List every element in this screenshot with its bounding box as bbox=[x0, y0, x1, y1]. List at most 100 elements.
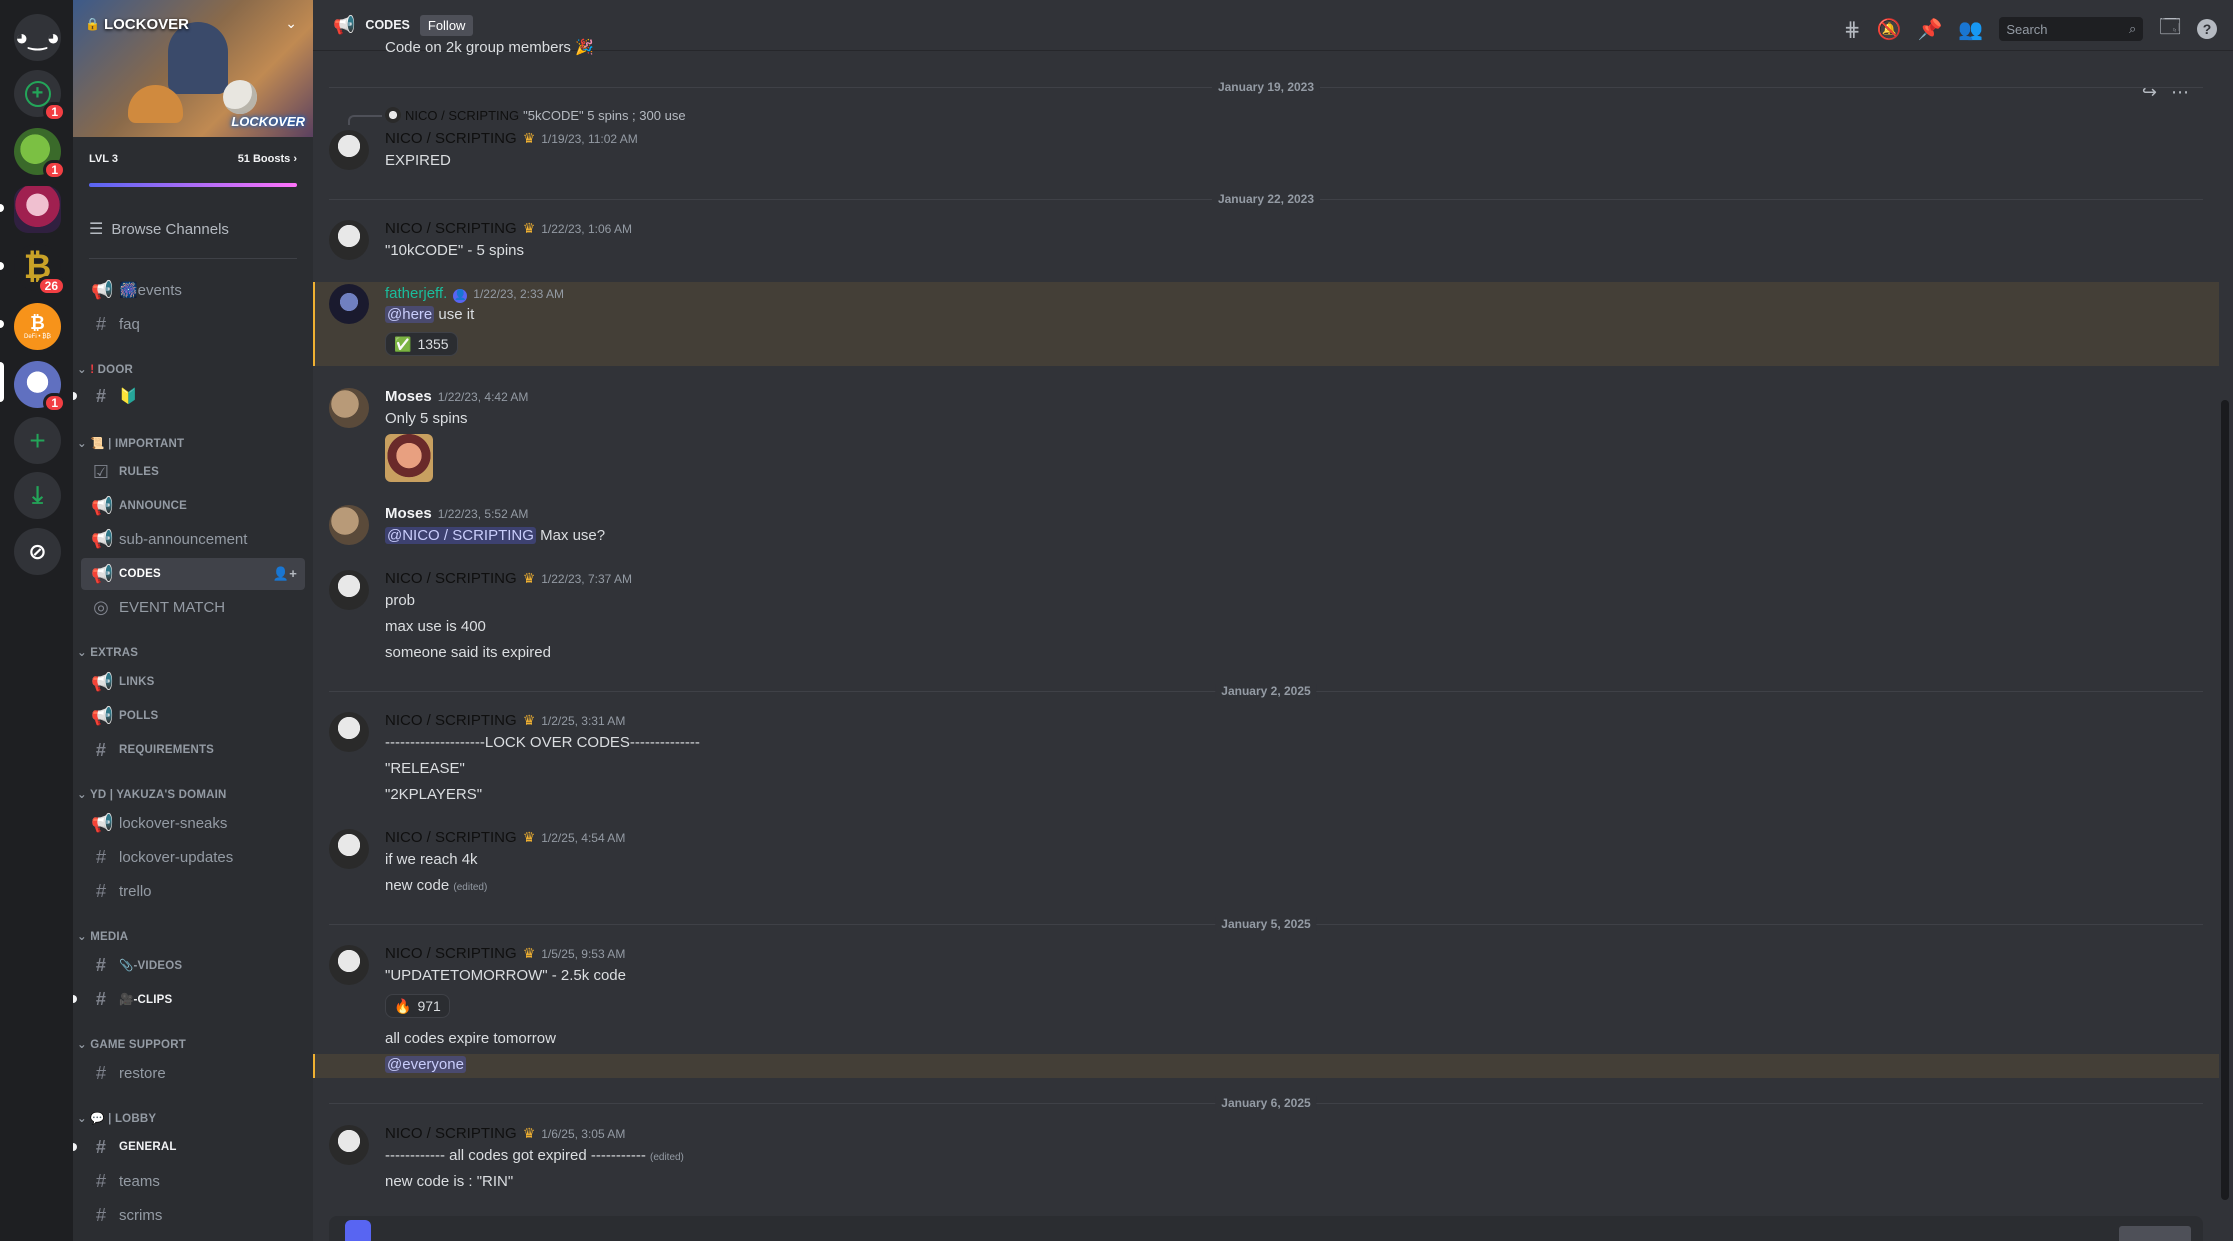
mention[interactable]: @everyone bbox=[385, 1056, 466, 1073]
channel-event-match[interactable]: ◎ EVENT MATCH bbox=[81, 591, 305, 623]
scrollbar[interactable] bbox=[2221, 400, 2229, 1200]
lock-icon: 🔒 bbox=[85, 17, 100, 31]
browse-channels-button[interactable]: ☰ Browse Channels bbox=[89, 219, 229, 239]
category-door[interactable]: ⌄ ! DOOR bbox=[77, 362, 133, 376]
channel-events[interactable]: 📢 🎆events bbox=[81, 274, 305, 306]
more-options-icon[interactable]: ⋯ bbox=[2171, 82, 2189, 103]
author-name[interactable]: NICO / SCRIPTING bbox=[385, 220, 517, 237]
channel-announce[interactable]: 📢 ANNOUNCE bbox=[81, 490, 305, 522]
author-name[interactable]: Moses bbox=[385, 388, 432, 405]
channel-trello[interactable]: # trello bbox=[81, 875, 305, 907]
boost-count: 51 Boosts › bbox=[237, 153, 297, 165]
bitcoin-server-icon[interactable]: ₿ DeFi • ₿₿ bbox=[14, 303, 61, 350]
channel-faq[interactable]: # faq bbox=[81, 308, 305, 340]
author-name[interactable]: NICO / SCRIPTING bbox=[385, 130, 517, 147]
channel-lockover-updates[interactable]: # lockover-updates bbox=[81, 841, 305, 873]
category-game-support[interactable]: ⌄ GAME SUPPORT bbox=[77, 1037, 186, 1051]
chevron-down-icon[interactable]: ⌄ bbox=[285, 15, 297, 32]
forward-icon[interactable]: ↪ bbox=[2142, 82, 2157, 103]
anime-server-icon[interactable] bbox=[14, 186, 61, 233]
follow-prompt-icon bbox=[345, 1220, 371, 1241]
avatar[interactable] bbox=[329, 130, 369, 170]
megaphone-icon: 📢 bbox=[91, 812, 114, 833]
category-extras[interactable]: ⌄ EXTRAS bbox=[77, 645, 138, 659]
author-name[interactable]: Moses bbox=[385, 505, 432, 522]
channel-links[interactable]: 📢 LINKS bbox=[81, 666, 305, 698]
sticker-image[interactable] bbox=[385, 434, 433, 482]
bitcoin-gold-server-icon[interactable]: ₿ 26 bbox=[14, 244, 66, 296]
reaction-button[interactable]: 🔥 971 bbox=[385, 994, 450, 1018]
avatar[interactable] bbox=[329, 570, 369, 610]
mention[interactable]: @NICO / SCRIPTING bbox=[385, 527, 536, 544]
channel-teams[interactable]: # teams bbox=[81, 1165, 305, 1197]
message-text: @here use it bbox=[385, 306, 475, 323]
add-a-server-button[interactable]: + bbox=[14, 417, 61, 464]
boost-progress-row[interactable]: LVL 3 51 Boosts › bbox=[89, 153, 297, 165]
category-lobby[interactable]: ⌄ 💬 | LOBBY bbox=[77, 1111, 156, 1125]
guild-header[interactable]: 🔒 LOCKOVER bbox=[73, 0, 313, 48]
message-text: new code (edited) bbox=[385, 877, 488, 894]
channel-codes[interactable]: 📢 CODES 👤+ bbox=[81, 558, 305, 590]
timestamp: 1/22/23, 4:42 AM bbox=[437, 390, 529, 404]
chevron-right-icon: › bbox=[293, 153, 297, 165]
unread-badge: 1 bbox=[43, 393, 66, 413]
notification-muted-icon[interactable]: 🔕 bbox=[1877, 17, 1902, 42]
avatar[interactable] bbox=[329, 388, 369, 428]
reaction-count: 971 bbox=[417, 998, 441, 1014]
channel-lockover-sneaks[interactable]: 📢 lockover-sneaks bbox=[81, 807, 305, 839]
reaction-button[interactable]: ✅ 1355 bbox=[385, 332, 458, 356]
channel-rules[interactable]: ☑ RULES bbox=[81, 456, 305, 488]
channel-restore[interactable]: # restore bbox=[81, 1057, 305, 1089]
megaphone-icon: 📢 bbox=[91, 528, 114, 549]
avatar[interactable] bbox=[329, 284, 369, 324]
unread-pill bbox=[0, 262, 4, 270]
discord-home-button[interactable]: ◕‿◕ bbox=[14, 14, 61, 61]
avatar[interactable] bbox=[329, 220, 369, 260]
category-important[interactable]: ⌄ 📜 | IMPORTANT bbox=[77, 436, 184, 450]
avatar[interactable] bbox=[329, 712, 369, 752]
avatar[interactable] bbox=[329, 505, 369, 545]
add-member-icon[interactable]: 👤+ bbox=[273, 566, 297, 582]
channel-videos[interactable]: # 📎-VIDEOS bbox=[81, 949, 305, 981]
message-text: all codes expire tomorrow bbox=[385, 1030, 556, 1047]
pin-icon[interactable]: 📌 bbox=[1918, 17, 1943, 42]
member-list-icon[interactable]: 👥 bbox=[1958, 17, 1983, 42]
threads-icon[interactable]: ⋕ bbox=[1844, 17, 1861, 42]
crown-icon: ♛ bbox=[522, 220, 536, 236]
author-name[interactable]: NICO / SCRIPTING bbox=[385, 945, 517, 962]
channel-polls[interactable]: 📢 POLLS bbox=[81, 700, 305, 732]
download-apps-button[interactable]: ⤓ bbox=[14, 472, 61, 519]
reply-preview[interactable]: NICO / SCRIPTING "5kCODE" 5 spins ; 300 … bbox=[385, 107, 686, 123]
inbox-icon[interactable]: 🗔 bbox=[2159, 12, 2181, 46]
channel-general[interactable]: # GENERAL bbox=[81, 1131, 305, 1163]
category-media[interactable]: ⌄ MEDIA bbox=[77, 929, 128, 943]
download-icon: ⤓ bbox=[32, 481, 43, 509]
reply-connector bbox=[348, 115, 382, 125]
avatar[interactable] bbox=[329, 945, 369, 985]
turtle-server-icon[interactable]: 1 bbox=[14, 128, 66, 180]
author-name[interactable]: NICO / SCRIPTING bbox=[385, 829, 517, 846]
unread-dot bbox=[73, 1143, 77, 1151]
channel-scrims[interactable]: # scrims bbox=[81, 1199, 305, 1231]
help-icon[interactable]: ? bbox=[2197, 19, 2217, 39]
category-yakuza[interactable]: ⌄ YD | YAKUZA'S DOMAIN bbox=[77, 787, 227, 801]
channel-clips[interactable]: # 🎥-CLIPS bbox=[81, 983, 305, 1015]
channel-sub-announcement[interactable]: 📢 sub-announcement bbox=[81, 523, 305, 555]
follow-prompt-button[interactable] bbox=[2119, 1226, 2191, 1241]
channel-door[interactable]: # 🔰 bbox=[81, 380, 305, 412]
avatar[interactable] bbox=[329, 829, 369, 869]
discover-button[interactable]: ⊘ bbox=[14, 528, 61, 575]
author-name[interactable]: fatherjeff. bbox=[385, 285, 447, 302]
add-server-button[interactable]: + 1 bbox=[14, 70, 66, 122]
banner-logo: LOCKOVER bbox=[231, 114, 305, 129]
channel-requirements[interactable]: # REQUIREMENTS bbox=[81, 734, 305, 766]
lockover-server-icon[interactable]: 1 bbox=[14, 361, 66, 413]
search-input[interactable]: Search ⌕ bbox=[1999, 17, 2144, 41]
avatar[interactable] bbox=[329, 1125, 369, 1165]
follow-button[interactable]: Follow bbox=[419, 14, 474, 36]
author-name[interactable]: NICO / SCRIPTING bbox=[385, 712, 517, 729]
author-name[interactable]: NICO / SCRIPTING bbox=[385, 570, 517, 587]
message-header: fatherjeff. 👤 1/22/23, 2:33 AM bbox=[385, 285, 564, 303]
mention[interactable]: @here bbox=[385, 306, 435, 323]
author-name[interactable]: NICO / SCRIPTING bbox=[385, 1125, 517, 1142]
